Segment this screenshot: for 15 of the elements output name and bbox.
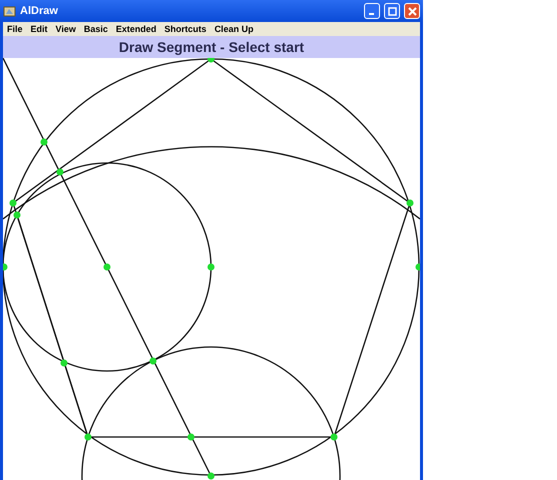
minimize-button[interactable] [364, 3, 380, 19]
maximize-button[interactable] [384, 3, 400, 19]
close-button[interactable] [404, 3, 420, 19]
close-icon [408, 6, 416, 16]
status-message: Draw Segment - Select start [118, 39, 304, 55]
menu-item[interactable]: View [52, 22, 80, 36]
menu-item[interactable]: Basic [80, 22, 112, 36]
menu-item[interactable]: Shortcuts [160, 22, 210, 36]
menu-item[interactable]: Clean Up [210, 22, 258, 36]
app-icon [3, 4, 16, 18]
menu-item[interactable]: Edit [26, 22, 52, 36]
maximize-icon [388, 6, 396, 16]
menu-item[interactable]: Extended [112, 22, 160, 36]
window-title: AlDraw [20, 4, 58, 19]
menu-item[interactable]: File [3, 22, 27, 36]
